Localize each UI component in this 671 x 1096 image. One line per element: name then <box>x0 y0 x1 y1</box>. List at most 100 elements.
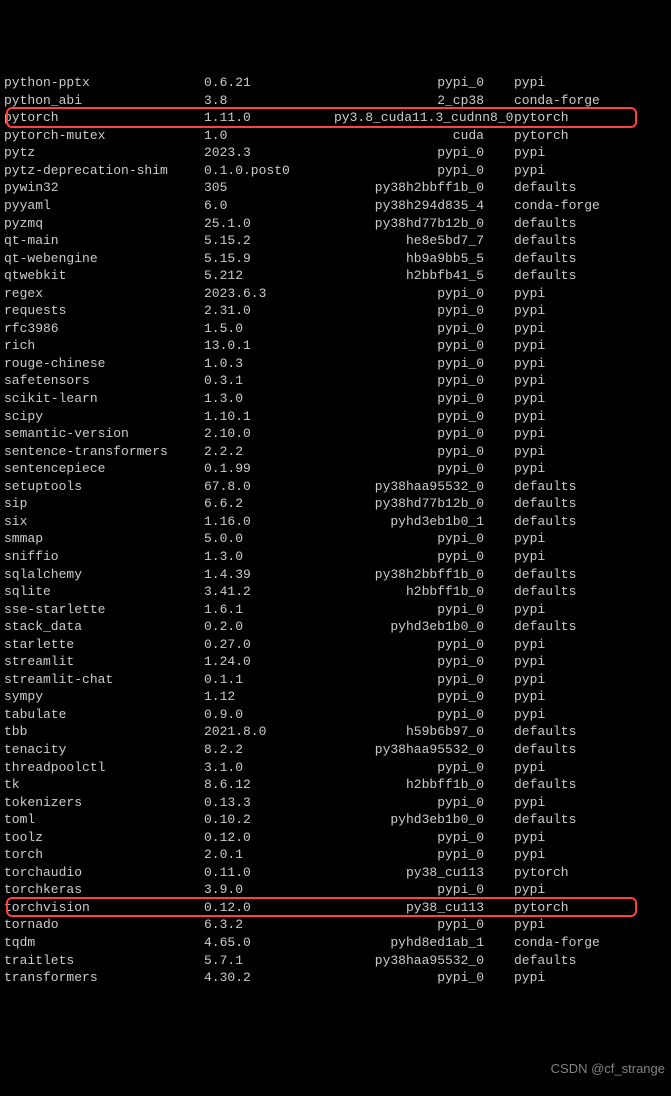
package-version: 25.1.0 <box>204 215 334 233</box>
package-version: 2.31.0 <box>204 302 334 320</box>
package-build: pypi_0 <box>334 302 514 320</box>
package-build: pypi_0 <box>334 969 514 987</box>
package-version: 2.2.2 <box>204 443 334 461</box>
package-version: 5.15.2 <box>204 232 334 250</box>
package-row: six1.16.0pyhd3eb1b0_1defaults <box>4 513 667 531</box>
package-channel: pypi <box>514 530 667 548</box>
package-row: smmap5.0.0pypi_0pypi <box>4 530 667 548</box>
package-name: scikit-learn <box>4 390 204 408</box>
package-row: sentencepiece0.1.99pypi_0pypi <box>4 460 667 478</box>
package-row: torchaudio0.11.0py38_cu113pytorch <box>4 864 667 882</box>
package-name: python-pptx <box>4 74 204 92</box>
package-row: sip6.6.2py38hd77b12b_0defaults <box>4 495 667 513</box>
package-name: sentencepiece <box>4 460 204 478</box>
package-name: python_abi <box>4 92 204 110</box>
package-build: py38_cu113 <box>334 899 514 917</box>
package-channel: pypi <box>514 759 667 777</box>
package-version: 6.6.2 <box>204 495 334 513</box>
package-build: pypi_0 <box>334 688 514 706</box>
package-row: tenacity8.2.2py38haa95532_0defaults <box>4 741 667 759</box>
package-channel: defaults <box>514 811 667 829</box>
package-name: torchaudio <box>4 864 204 882</box>
package-version: 13.0.1 <box>204 337 334 355</box>
package-row: tornado6.3.2pypi_0pypi <box>4 916 667 934</box>
package-channel: pypi <box>514 162 667 180</box>
package-build: pypi_0 <box>334 671 514 689</box>
package-name: transformers <box>4 969 204 987</box>
package-version: 3.41.2 <box>204 583 334 601</box>
package-build: h2bbff1b_0 <box>334 776 514 794</box>
package-name: streamlit <box>4 653 204 671</box>
package-build: py38hd77b12b_0 <box>334 215 514 233</box>
package-channel: pypi <box>514 74 667 92</box>
package-channel: conda-forge <box>514 197 667 215</box>
package-channel: defaults <box>514 723 667 741</box>
package-build: pypi_0 <box>334 144 514 162</box>
package-build: pypi_0 <box>334 320 514 338</box>
package-build: py38_cu113 <box>334 864 514 882</box>
package-row: threadpoolctl3.1.0pypi_0pypi <box>4 759 667 777</box>
package-channel: pypi <box>514 601 667 619</box>
package-version: 2.0.1 <box>204 846 334 864</box>
package-row: tabulate0.9.0pypi_0pypi <box>4 706 667 724</box>
package-version: 1.12 <box>204 688 334 706</box>
package-build: pypi_0 <box>334 74 514 92</box>
package-row: pytz-deprecation-shim0.1.0.post0pypi_0py… <box>4 162 667 180</box>
package-name: threadpoolctl <box>4 759 204 777</box>
package-row: transformers4.30.2pypi_0pypi <box>4 969 667 987</box>
package-name: torchkeras <box>4 881 204 899</box>
package-channel: conda-forge <box>514 92 667 110</box>
package-build: pypi_0 <box>334 794 514 812</box>
package-version: 2021.8.0 <box>204 723 334 741</box>
package-row: toml0.10.2pyhd3eb1b0_0defaults <box>4 811 667 829</box>
package-row: torch2.0.1pypi_0pypi <box>4 846 667 864</box>
package-version: 4.30.2 <box>204 969 334 987</box>
package-channel: pytorch <box>514 109 667 127</box>
package-build: pypi_0 <box>334 162 514 180</box>
package-channel: pypi <box>514 425 667 443</box>
package-version: 5.7.1 <box>204 952 334 970</box>
package-version: 0.1.0.post0 <box>204 162 334 180</box>
package-name: sqlite <box>4 583 204 601</box>
package-channel: defaults <box>514 741 667 759</box>
package-channel: defaults <box>514 179 667 197</box>
package-version: 6.0 <box>204 197 334 215</box>
package-version: 0.10.2 <box>204 811 334 829</box>
package-build: pypi_0 <box>334 548 514 566</box>
package-version: 0.3.1 <box>204 372 334 390</box>
package-build: pypi_0 <box>334 916 514 934</box>
package-name: semantic-version <box>4 425 204 443</box>
package-version: 0.2.0 <box>204 618 334 636</box>
package-version: 2023.6.3 <box>204 285 334 303</box>
package-version: 0.1.99 <box>204 460 334 478</box>
package-row: safetensors0.3.1pypi_0pypi <box>4 372 667 390</box>
package-version: 0.12.0 <box>204 899 334 917</box>
package-version: 1.4.39 <box>204 566 334 584</box>
package-build: pypi_0 <box>334 372 514 390</box>
package-name: tenacity <box>4 741 204 759</box>
package-name: sqlalchemy <box>4 566 204 584</box>
package-version: 3.1.0 <box>204 759 334 777</box>
package-version: 2.10.0 <box>204 425 334 443</box>
package-channel: pypi <box>514 846 667 864</box>
package-build: pyhd8ed1ab_1 <box>334 934 514 952</box>
package-version: 2023.3 <box>204 144 334 162</box>
package-row: tk8.6.12h2bbff1b_0defaults <box>4 776 667 794</box>
package-row: sse-starlette1.6.1pypi_0pypi <box>4 601 667 619</box>
package-version: 6.3.2 <box>204 916 334 934</box>
package-channel: defaults <box>514 232 667 250</box>
package-name: sip <box>4 495 204 513</box>
package-channel: defaults <box>514 618 667 636</box>
package-row: rouge-chinese1.0.3pypi_0pypi <box>4 355 667 373</box>
package-channel: pypi <box>514 794 667 812</box>
package-build: h59b6b97_0 <box>334 723 514 741</box>
package-build: pypi_0 <box>334 460 514 478</box>
package-version: 1.0 <box>204 127 334 145</box>
package-channel: defaults <box>514 267 667 285</box>
package-row: sniffio1.3.0pypi_0pypi <box>4 548 667 566</box>
package-build: pypi_0 <box>334 829 514 847</box>
package-build: py38hd77b12b_0 <box>334 495 514 513</box>
package-version: 4.65.0 <box>204 934 334 952</box>
package-name: setuptools <box>4 478 204 496</box>
package-channel: pypi <box>514 408 667 426</box>
